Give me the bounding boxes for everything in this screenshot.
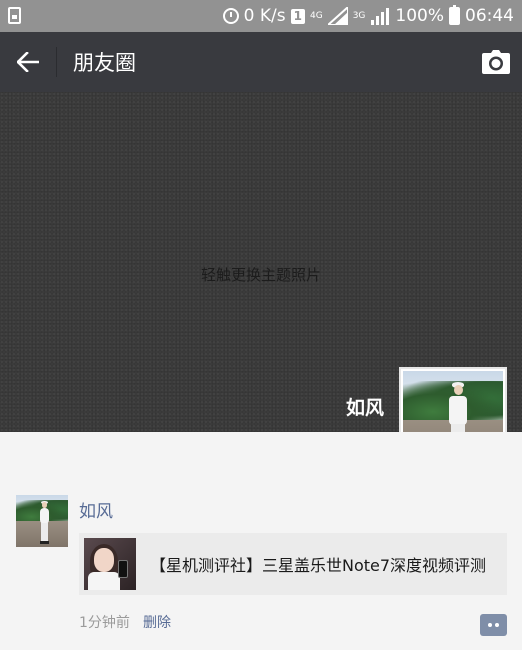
status-bar-right: 0 K/s 1 4G 3G 100% 06:44 bbox=[222, 0, 514, 32]
post-author-name[interactable]: 如风 bbox=[79, 497, 113, 522]
battery-percent: 100% bbox=[395, 6, 444, 26]
comment-icon[interactable] bbox=[480, 614, 507, 636]
title-bar: 朋友圈 bbox=[0, 32, 522, 92]
back-button[interactable] bbox=[0, 32, 56, 92]
title-divider bbox=[56, 47, 57, 77]
camera-icon bbox=[482, 50, 510, 74]
signal-icon bbox=[327, 7, 348, 25]
page-title: 朋友圈 bbox=[73, 51, 136, 75]
arrow-left-icon bbox=[17, 52, 39, 72]
link-title: 【星机测评社】三星盖乐世Note7深度视频评测 bbox=[150, 556, 487, 575]
avatar-photo bbox=[16, 495, 68, 547]
network-type-2: 3G bbox=[352, 10, 366, 21]
post-author-avatar[interactable] bbox=[16, 495, 68, 547]
post-time: 1分钟前 bbox=[79, 615, 130, 631]
delete-link[interactable]: 删除 bbox=[143, 612, 171, 632]
battery-icon bbox=[449, 5, 460, 25]
link-thumbnail bbox=[84, 538, 136, 590]
sim-slot-badge: 1 bbox=[290, 8, 305, 24]
sim-card-icon bbox=[8, 7, 21, 24]
status-bar: 0 K/s 1 4G 3G 100% 06:44 bbox=[0, 0, 522, 32]
network-type-1: 4G bbox=[309, 10, 323, 21]
shared-link-card[interactable]: 【星机测评社】三星盖乐世Note7深度视频评测 bbox=[79, 533, 507, 595]
cover-user-name: 如风 bbox=[345, 397, 384, 419]
camera-button[interactable] bbox=[470, 32, 522, 92]
clock: 06:44 bbox=[465, 6, 514, 26]
network-speed: 0 K/s bbox=[243, 6, 286, 26]
alarm-icon bbox=[222, 8, 239, 24]
signal-icon bbox=[370, 7, 390, 25]
cover-hint: 轻触更换主题照片 bbox=[200, 266, 321, 284]
